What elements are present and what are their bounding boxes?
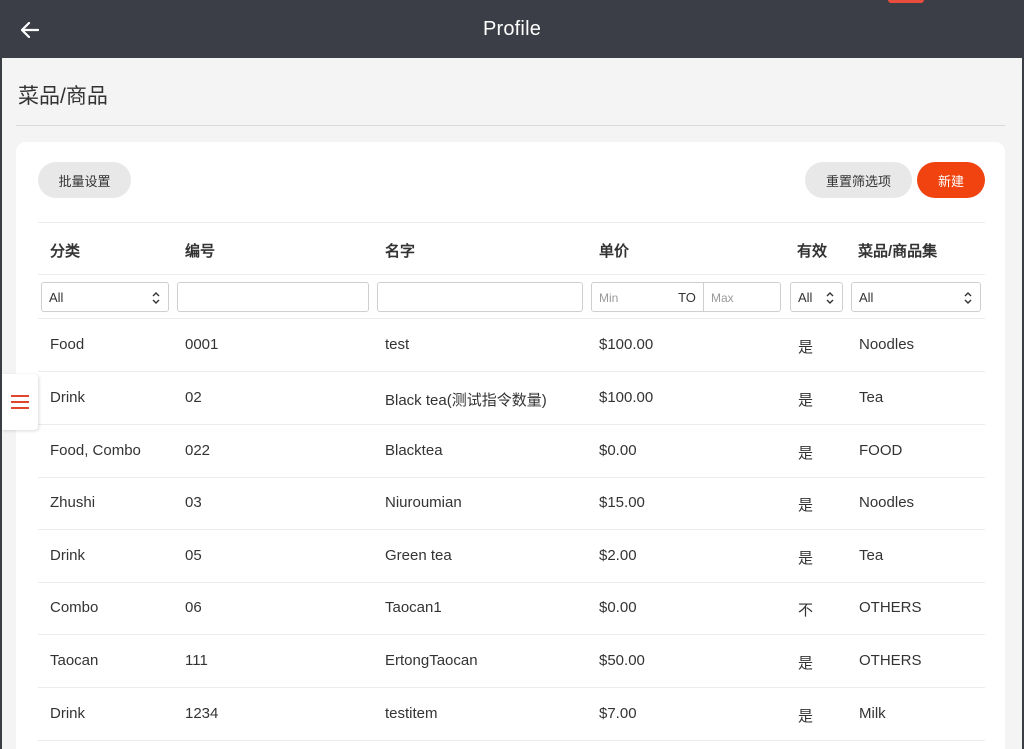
- row-divider: [38, 529, 985, 530]
- chevron-up-down-icon: [964, 292, 972, 304]
- cell-category: Drink: [50, 705, 86, 722]
- cell-valid: 是: [798, 708, 814, 725]
- cell-price: $7.00: [599, 705, 637, 722]
- valid-filter-value: All: [798, 289, 813, 305]
- price-range-separator: TO: [670, 282, 704, 312]
- cell-code: 05: [185, 547, 202, 564]
- cell-collection: FOOD: [859, 442, 903, 459]
- hamburger-menu-icon: [11, 395, 29, 409]
- chevron-up-down-icon: [826, 292, 834, 304]
- header-top-divider: [38, 222, 985, 223]
- app-bar-title: Profile: [482, 18, 542, 40]
- row-divider: [38, 740, 985, 741]
- price-min-input[interactable]: [591, 282, 671, 312]
- cell-category: Drink: [50, 389, 86, 406]
- cell-code: 022: [185, 442, 211, 459]
- chevron-up-down-icon: [152, 292, 160, 304]
- cell-price: $0.00: [599, 442, 637, 459]
- column-header-code[interactable]: 编号: [185, 240, 215, 261]
- name-filter-input[interactable]: [377, 282, 583, 312]
- cell-name: Niuroumian: [385, 494, 462, 511]
- price-max-input[interactable]: [703, 282, 781, 312]
- cell-code: 0001: [185, 336, 219, 353]
- cell-valid: 是: [798, 445, 814, 462]
- row-divider: [38, 634, 985, 635]
- cell-price: $15.00: [599, 494, 645, 511]
- cell-valid: 是: [798, 497, 814, 514]
- cell-collection: Noodles: [859, 494, 915, 511]
- column-header-category[interactable]: 分类: [50, 240, 80, 261]
- category-filter-select[interactable]: All: [41, 282, 169, 312]
- cell-category: Food, Combo: [50, 442, 141, 459]
- batch-settings-button[interactable]: 批量设置: [38, 162, 131, 198]
- cell-code: 111: [185, 652, 208, 669]
- cell-name: ErtongTaocan: [385, 652, 478, 669]
- row-divider: [38, 687, 985, 688]
- cell-collection: OTHERS: [859, 599, 922, 616]
- cell-collection: Tea: [859, 547, 884, 564]
- row-divider: [38, 477, 985, 478]
- row-divider: [38, 424, 985, 425]
- main-screen: 菜品/商品 批量设置 重置筛选项 新建 分类 编号 名字 单价 有效 菜品/商品…: [2, 58, 1022, 749]
- cell-name: Taocan1: [385, 599, 442, 616]
- valid-filter-select[interactable]: All: [790, 282, 843, 312]
- cell-price: $100.00: [599, 389, 654, 406]
- cell-category: Taocan: [50, 652, 99, 669]
- cell-valid: 不: [798, 602, 814, 619]
- category-filter-value: All: [49, 289, 64, 305]
- cell-price: $0.00: [599, 599, 637, 616]
- cell-category: Zhushi: [50, 494, 96, 511]
- column-header-price[interactable]: 单价: [599, 240, 629, 261]
- cell-collection: Milk: [859, 705, 886, 722]
- cell-name: Black tea(测试指令数量): [385, 392, 547, 409]
- cell-category: Combo: [50, 599, 99, 616]
- column-header-valid[interactable]: 有效: [797, 240, 827, 261]
- cell-price: $100.00: [599, 336, 654, 353]
- cell-category: Drink: [50, 547, 86, 564]
- cell-collection: OTHERS: [859, 652, 922, 669]
- cell-name: testitem: [385, 705, 438, 722]
- filter-bottom-divider: [38, 318, 985, 319]
- cell-valid: 是: [798, 655, 814, 672]
- app-bar: Profile: [0, 0, 1024, 58]
- cell-code: 06: [185, 599, 202, 616]
- cell-category: Food: [50, 336, 85, 353]
- cell-code: 03: [185, 494, 202, 511]
- cell-valid: 是: [798, 339, 814, 356]
- row-divider: [38, 371, 985, 372]
- code-filter-input[interactable]: [177, 282, 369, 312]
- column-header-collection[interactable]: 菜品/商品集: [858, 240, 937, 261]
- cell-collection: Tea: [859, 389, 884, 406]
- cell-name: test: [385, 336, 410, 353]
- cell-name: Blacktea: [385, 442, 443, 459]
- cell-collection: Noodles: [859, 336, 915, 353]
- collection-filter-value: All: [859, 289, 874, 305]
- cell-valid: 是: [798, 550, 814, 567]
- row-divider: [38, 582, 985, 583]
- page-title: 菜品/商品: [18, 85, 108, 108]
- side-menu-button[interactable]: [2, 374, 38, 430]
- reset-filters-button[interactable]: 重置筛选项: [805, 162, 912, 198]
- new-item-button[interactable]: 新建: [917, 162, 985, 198]
- cell-code: 1234: [185, 705, 219, 722]
- collection-filter-select[interactable]: All: [851, 282, 981, 312]
- notification-marker: [888, 0, 924, 3]
- cell-price: $50.00: [599, 652, 645, 669]
- cell-price: $2.00: [599, 547, 637, 564]
- cell-code: 02: [185, 389, 202, 406]
- cell-valid: 是: [798, 392, 814, 409]
- title-divider: [16, 125, 1005, 126]
- header-bottom-divider: [38, 274, 985, 275]
- product-list-card: 批量设置 重置筛选项 新建 分类 编号 名字 单价 有效 菜品/商品集 All …: [16, 142, 1005, 749]
- cell-name: Green tea: [385, 547, 452, 564]
- column-header-name[interactable]: 名字: [385, 240, 415, 261]
